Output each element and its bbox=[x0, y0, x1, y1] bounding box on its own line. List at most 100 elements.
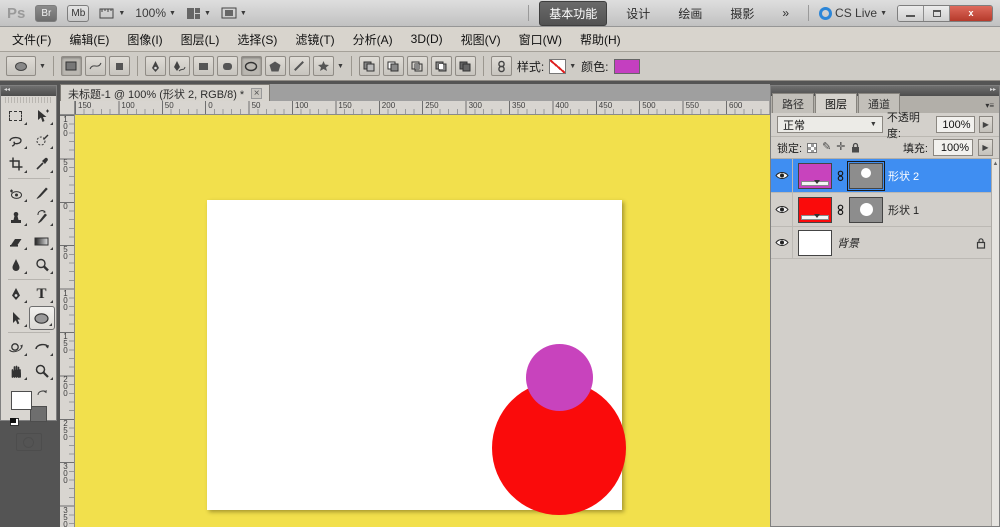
visibility-toggle[interactable] bbox=[771, 159, 793, 192]
vector-mask-thumbnail[interactable] bbox=[849, 197, 883, 223]
screen-mode-dropdown[interactable]: ▼ bbox=[221, 7, 247, 19]
swap-colors-icon[interactable] bbox=[36, 388, 48, 399]
rectangular-marquee-tool[interactable] bbox=[3, 104, 29, 128]
layer-name[interactable]: 背景 bbox=[837, 235, 859, 251]
paths-button[interactable] bbox=[85, 56, 106, 76]
bridge-button[interactable]: Br bbox=[35, 5, 57, 22]
layer-thumbnail[interactable] bbox=[798, 230, 832, 256]
eyedropper-tool[interactable] bbox=[29, 152, 55, 176]
layer-row-shape-1[interactable]: 形状 1 bbox=[771, 193, 991, 227]
tab-paths[interactable]: 路径 bbox=[772, 93, 814, 113]
fill-spinner[interactable]: ▶ bbox=[978, 139, 993, 156]
combine-shape-button[interactable] bbox=[455, 56, 476, 76]
path-selection-tool[interactable] bbox=[3, 306, 29, 330]
dodge-tool[interactable] bbox=[29, 253, 55, 277]
pen-tool-button[interactable] bbox=[145, 56, 166, 76]
close-button[interactable]: x bbox=[950, 6, 992, 21]
more-workspaces-button[interactable]: » bbox=[773, 3, 798, 23]
3d-rotate-tool[interactable] bbox=[3, 335, 29, 359]
ruler-corner[interactable] bbox=[60, 101, 75, 115]
vector-mask-thumbnail[interactable] bbox=[849, 163, 883, 189]
menu-image[interactable]: 图像(I) bbox=[118, 28, 171, 51]
panel-grip[interactable] bbox=[5, 97, 52, 103]
shape-layers-button[interactable] bbox=[61, 56, 82, 76]
color-swatch[interactable] bbox=[614, 59, 640, 74]
pen-tool[interactable] bbox=[3, 282, 29, 306]
move-tool[interactable] bbox=[29, 104, 55, 128]
fill-value[interactable]: 100% bbox=[933, 139, 973, 156]
brush-tool[interactable] bbox=[29, 181, 55, 205]
lasso-tool[interactable] bbox=[3, 128, 29, 152]
menu-view[interactable]: 视图(V) bbox=[452, 28, 510, 51]
tool-preset-picker[interactable] bbox=[6, 56, 36, 76]
visibility-toggle[interactable] bbox=[771, 193, 793, 226]
lock-all-icon[interactable] bbox=[851, 142, 860, 153]
workspace-painting-button[interactable]: 绘画 bbox=[669, 2, 711, 25]
exclude-shape-button[interactable] bbox=[431, 56, 452, 76]
arrange-documents-dropdown[interactable]: ▼ bbox=[186, 7, 211, 20]
fill-pixels-button[interactable] bbox=[109, 56, 130, 76]
line-tool-button[interactable] bbox=[289, 56, 310, 76]
layer-thumbnail[interactable] bbox=[798, 197, 832, 223]
menu-help[interactable]: 帮助(H) bbox=[571, 28, 630, 51]
clone-stamp-tool[interactable] bbox=[3, 205, 29, 229]
style-link-button[interactable] bbox=[491, 56, 512, 76]
healing-brush-tool[interactable] bbox=[3, 181, 29, 205]
freeform-pen-tool-button[interactable] bbox=[169, 56, 190, 76]
add-to-shape-button[interactable] bbox=[359, 56, 380, 76]
polygon-tool-button[interactable] bbox=[265, 56, 286, 76]
menu-window[interactable]: 窗口(W) bbox=[510, 28, 571, 51]
menu-analysis[interactable]: 分析(A) bbox=[344, 28, 402, 51]
blur-tool[interactable] bbox=[3, 253, 29, 277]
vertical-ruler[interactable]: 10050050100150200250300350 bbox=[60, 115, 75, 527]
rounded-rectangle-tool-button[interactable] bbox=[217, 56, 238, 76]
layer-row-shape-2[interactable]: 形状 2 bbox=[771, 159, 991, 193]
restore-button[interactable] bbox=[924, 6, 950, 21]
history-brush-tool[interactable] bbox=[29, 205, 55, 229]
3d-roll-tool[interactable] bbox=[29, 335, 55, 359]
background-color-swatch[interactable] bbox=[30, 406, 47, 422]
zoom-tool[interactable] bbox=[29, 359, 55, 383]
menu-select[interactable]: 选择(S) bbox=[228, 28, 286, 51]
layer-name[interactable]: 形状 1 bbox=[888, 202, 919, 218]
layers-scrollbar[interactable]: ▲ bbox=[991, 159, 999, 526]
lock-transparency-icon[interactable] bbox=[807, 143, 817, 153]
tab-close-icon[interactable]: × bbox=[251, 88, 262, 99]
menu-file[interactable]: 文件(F) bbox=[3, 28, 60, 51]
style-swatch[interactable] bbox=[549, 59, 566, 74]
blend-mode-select[interactable]: 正常 ▼ bbox=[777, 116, 883, 133]
menu-layer[interactable]: 图层(L) bbox=[172, 28, 229, 51]
quick-mask-button[interactable] bbox=[16, 433, 42, 451]
workspace-design-button[interactable]: 设计 bbox=[617, 2, 659, 25]
zoom-level-dropdown[interactable]: 100% ▼ bbox=[135, 6, 176, 20]
eraser-tool[interactable] bbox=[3, 229, 29, 253]
foreground-color-swatch[interactable] bbox=[11, 391, 32, 410]
ellipse-tool-button[interactable] bbox=[241, 56, 262, 76]
custom-shape-tool-button[interactable] bbox=[313, 56, 334, 76]
type-tool[interactable]: T bbox=[29, 282, 55, 306]
mini-bridge-button[interactable]: Mb bbox=[67, 5, 89, 22]
ellipse-shape-tool[interactable] bbox=[29, 306, 55, 330]
rectangle-tool-button[interactable] bbox=[193, 56, 214, 76]
crop-tool[interactable] bbox=[3, 152, 29, 176]
workspace-photography-button[interactable]: 摄影 bbox=[721, 2, 763, 25]
shape-2-circle[interactable] bbox=[526, 344, 593, 411]
quick-selection-tool[interactable] bbox=[29, 128, 55, 152]
menu-3d[interactable]: 3D(D) bbox=[402, 29, 452, 49]
subtract-from-shape-button[interactable] bbox=[383, 56, 404, 76]
tab-layers[interactable]: 图层 bbox=[815, 93, 857, 113]
workspace-essentials-button[interactable]: 基本功能 bbox=[539, 1, 607, 26]
collapse-tools-button[interactable]: ◂◂ bbox=[1, 86, 56, 96]
lock-paint-icon[interactable]: ✎ bbox=[822, 142, 831, 153]
lock-position-icon[interactable]: ✛ bbox=[836, 142, 845, 153]
hand-tool[interactable] bbox=[3, 359, 29, 383]
opacity-value[interactable]: 100% bbox=[936, 116, 975, 133]
opacity-spinner[interactable]: ▶ bbox=[979, 116, 993, 133]
view-extras-dropdown[interactable]: ▼ bbox=[99, 7, 125, 19]
minimize-button[interactable] bbox=[898, 6, 924, 21]
document-tab[interactable]: 未标题-1 @ 100% (形状 2, RGB/8) * × bbox=[60, 84, 270, 101]
visibility-toggle[interactable] bbox=[771, 227, 793, 258]
layer-name[interactable]: 形状 2 bbox=[888, 168, 919, 184]
layer-row-background[interactable]: 背景 bbox=[771, 227, 991, 259]
canvas-viewport[interactable] bbox=[75, 115, 770, 527]
